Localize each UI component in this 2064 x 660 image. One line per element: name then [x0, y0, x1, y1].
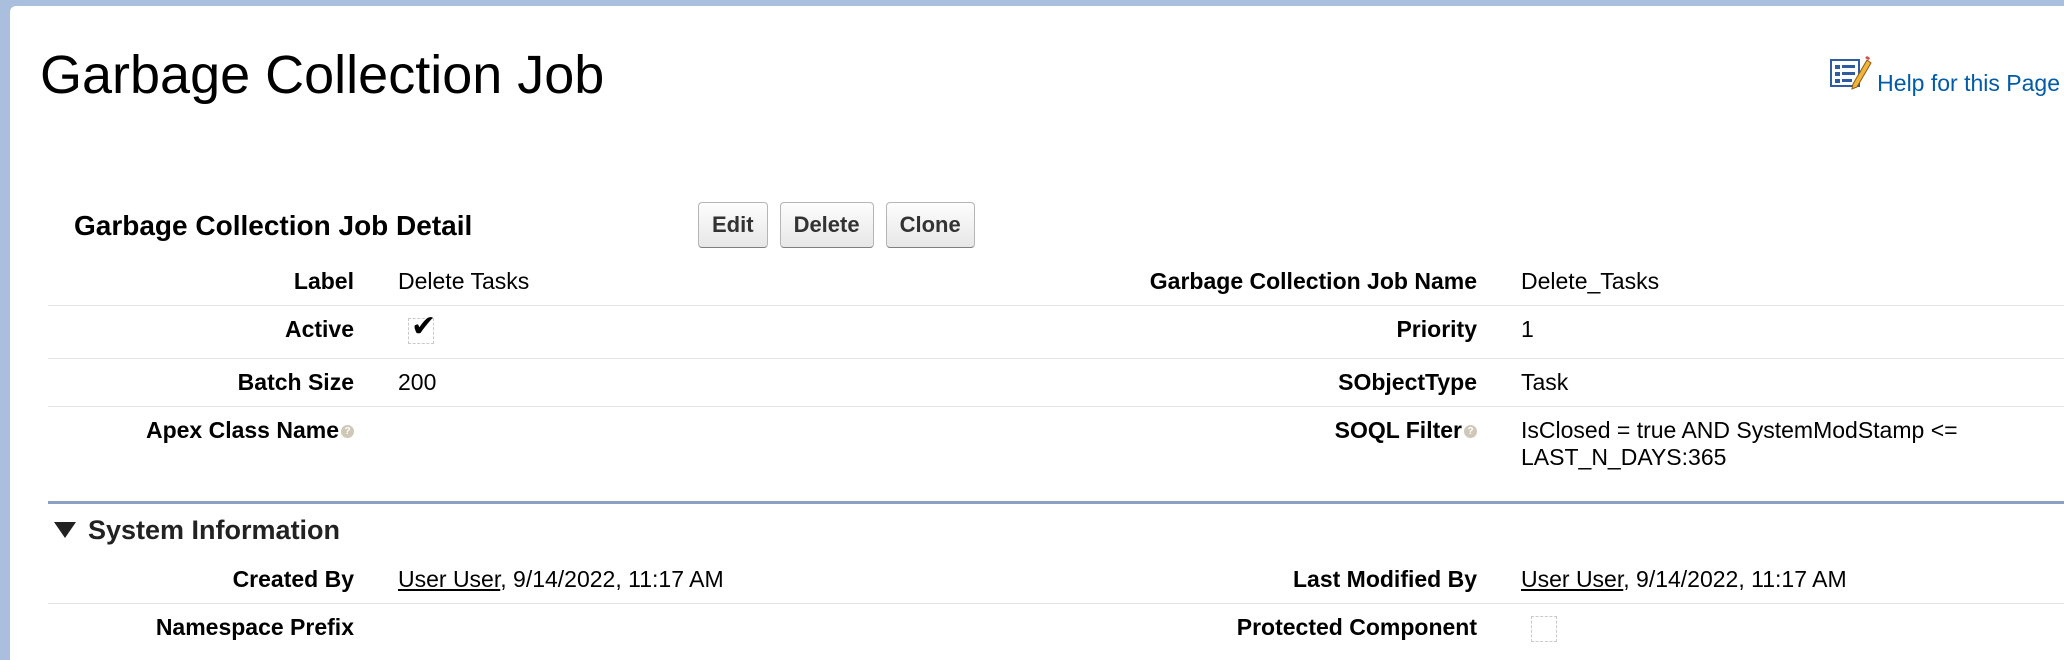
sobject-type-field-label: SObjectType — [1084, 358, 1521, 407]
detail-button-row: Edit Delete Clone — [698, 202, 975, 248]
last-modified-by-label: Last Modified By — [1084, 556, 1521, 604]
system-info-table: Created By User User, 9/14/2022, 11:17 A… — [48, 556, 2064, 656]
page-frame: Garbage Collection Job Help for this Pag… — [10, 6, 2064, 660]
soql-filter-field-label: SOQL Filter — [1334, 417, 1462, 443]
sobject-type-field-value: Task — [1521, 358, 2064, 407]
apex-class-field-label: Apex Class Name — [145, 417, 339, 443]
detail-fields-table: Label Delete Tasks Garbage Collection Jo… — [48, 258, 2064, 481]
field-row: Active ✔ Priority 1 — [48, 305, 2064, 359]
active-field-label: Active — [48, 305, 398, 359]
batch-size-field-label: Batch Size — [48, 358, 398, 407]
delete-button[interactable]: Delete — [779, 202, 874, 248]
field-row: Batch Size 200 SObjectType Task — [48, 358, 2064, 407]
help-book-pencil-icon — [1830, 56, 1872, 90]
job-name-field-value: Delete_Tasks — [1521, 258, 2064, 306]
checkmark-icon: ✔ — [411, 310, 437, 343]
active-field-value: ✔ — [398, 305, 1084, 359]
soql-filter-field-label-cell: SOQL Filter? — [1084, 407, 1521, 482]
page-title: Garbage Collection Job — [40, 45, 605, 105]
priority-field-value: 1 — [1521, 305, 2064, 359]
clone-button[interactable]: Clone — [885, 202, 975, 248]
last-modified-by-value: User User, 9/14/2022, 11:17 AM — [1521, 556, 2064, 604]
apex-class-field-value — [398, 407, 1084, 482]
last-modified-by-stamp: , 9/14/2022, 11:17 AM — [1623, 566, 1847, 592]
field-row: Label Delete Tasks Garbage Collection Jo… — [48, 258, 2064, 306]
system-information-title: System Information — [88, 514, 341, 545]
field-row: Created By User User, 9/14/2022, 11:17 A… — [48, 556, 2064, 604]
field-row: Namespace Prefix Protected Component — [48, 604, 2064, 657]
soql-filter-field-value: IsClosed = true AND SystemModStamp <= LA… — [1521, 417, 1958, 470]
created-by-value: User User, 9/14/2022, 11:17 AM — [398, 556, 1084, 604]
detail-title: Garbage Collection Job Detail — [74, 210, 473, 241]
triangle-down-icon — [54, 522, 76, 538]
info-icon[interactable]: ? — [1464, 425, 1477, 439]
namespace-prefix-value — [398, 604, 1084, 657]
label-field-label: Label — [48, 258, 398, 306]
apex-class-field-label-cell: Apex Class Name? — [48, 407, 398, 482]
batch-size-field-value: 200 — [398, 358, 1084, 407]
help-link[interactable]: Help for this Page — [1829, 52, 2060, 97]
last-modified-by-user-link[interactable]: User User — [1521, 566, 1623, 592]
info-icon[interactable]: ? — [341, 425, 354, 439]
system-information-section-toggle[interactable]: System Information — [48, 504, 2064, 556]
created-by-user-link[interactable]: User User — [398, 566, 500, 592]
edit-button[interactable]: Edit — [698, 202, 768, 248]
detail-block: Garbage Collection Job Detail Edit Delet… — [48, 196, 2064, 656]
protected-component-label: Protected Component — [1236, 614, 1477, 640]
label-field-value: Delete Tasks — [398, 258, 1084, 306]
protected-component-value — [1521, 604, 2064, 657]
job-name-field-label: Garbage Collection Job Name — [1084, 258, 1521, 306]
created-by-stamp: , 9/14/2022, 11:17 AM — [500, 566, 724, 592]
active-checkbox-icon: ✔ — [408, 310, 436, 344]
help-link-label: Help for this Page — [1877, 70, 2060, 96]
priority-field-label: Priority — [1084, 305, 1521, 359]
field-row: Apex Class Name? SOQL Filter? IsClosed =… — [48, 407, 2064, 482]
detail-header: Garbage Collection Job Detail Edit Delet… — [48, 196, 2064, 258]
created-by-label: Created By — [48, 556, 398, 604]
namespace-prefix-label: Namespace Prefix — [155, 614, 354, 640]
checkbox-icon — [1531, 616, 1557, 642]
